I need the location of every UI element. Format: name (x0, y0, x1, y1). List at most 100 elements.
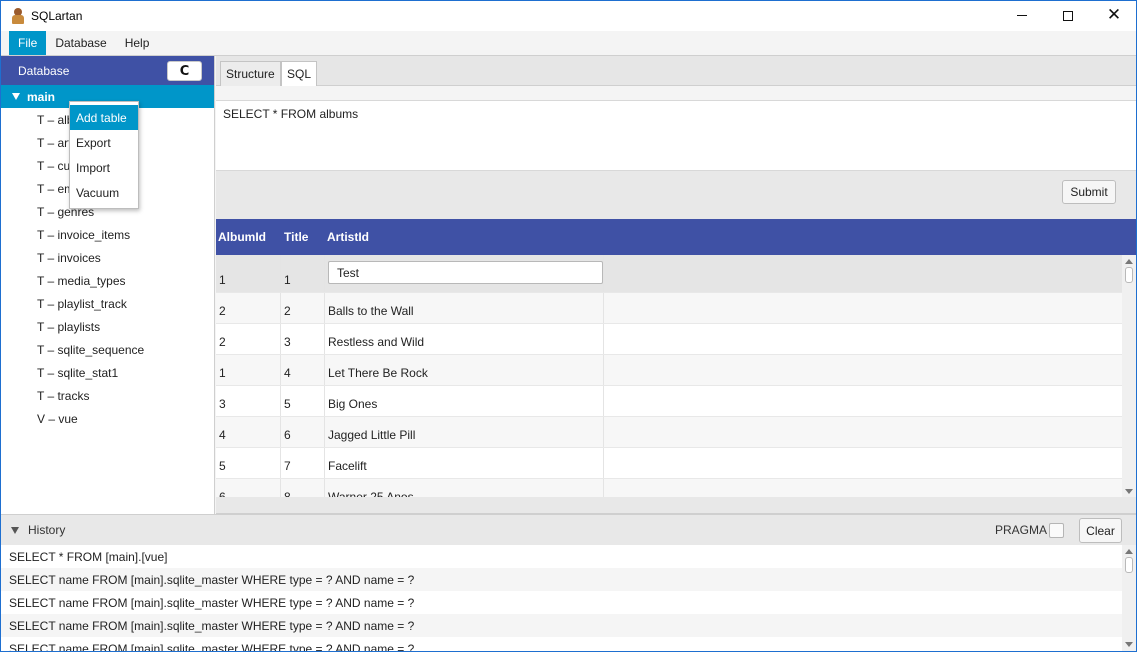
table-cell[interactable]: 5 (216, 448, 281, 478)
table-cell[interactable]: 2 (216, 293, 281, 323)
scroll-thumb[interactable] (1125, 267, 1133, 283)
column-header-artistid[interactable]: ArtistId (325, 219, 369, 255)
sql-query-text: SELECT * FROM albums (223, 107, 359, 121)
submit-button[interactable]: Submit (1062, 180, 1116, 204)
tree-item[interactable]: T – invoice_items (1, 223, 214, 246)
table-cell[interactable]: 5 (281, 386, 325, 416)
collapse-arrow-icon[interactable] (11, 526, 19, 534)
table-row[interactable]: 5 7 Facelift (216, 448, 1122, 479)
tree-item[interactable]: T – playlists (1, 315, 214, 338)
table-row[interactable]: 2 2 Balls to the Wall (216, 293, 1122, 324)
history-label: History (28, 523, 66, 537)
table-cell[interactable]: 6 (216, 479, 281, 498)
ctx-import[interactable]: Import (70, 155, 138, 180)
scroll-down-icon[interactable] (1125, 642, 1133, 647)
table-cell[interactable]: 8 (281, 479, 325, 498)
table-cell[interactable]: 3 (216, 386, 281, 416)
table-cell[interactable]: 7 (281, 448, 325, 478)
tab-structure[interactable]: Structure (220, 61, 281, 86)
history-entry[interactable]: SELECT name FROM [main].sqlite_master WH… (1, 568, 1136, 591)
sql-toolbar: Submit (216, 171, 1136, 219)
tree-item[interactable]: T – sqlite_sequence (1, 338, 214, 361)
tab-bar: Structure SQL (216, 56, 1136, 86)
scroll-up-icon[interactable] (1125, 259, 1133, 264)
table-row[interactable]: 3 5 Big Ones (216, 386, 1122, 417)
result-horizontal-scrollbar[interactable] (216, 497, 1136, 513)
tree-item[interactable]: V – vue (1, 407, 214, 430)
maximize-icon (1063, 10, 1073, 21)
tab-sql[interactable]: SQL (281, 61, 318, 86)
table-cell[interactable]: Test (325, 255, 604, 292)
table-cell[interactable]: 2 (281, 293, 325, 323)
table-cell[interactable]: 1 (281, 255, 325, 292)
table-cell[interactable]: 1 (216, 355, 281, 385)
table-cell[interactable]: Big Ones (325, 386, 604, 416)
table-row[interactable]: 2 3 Restless and Wild (216, 324, 1122, 355)
context-menu: Add table Export Import Vacuum (69, 101, 139, 209)
table-cell[interactable]: 4 (216, 417, 281, 447)
maximize-button[interactable] (1045, 0, 1091, 31)
menu-file[interactable]: File (9, 31, 47, 55)
tree-item[interactable]: T – playlist_track (1, 292, 214, 315)
result-vertical-scrollbar[interactable] (1122, 255, 1136, 498)
column-header-title[interactable]: Title (281, 219, 325, 255)
menu-database[interactable]: Database (46, 31, 115, 55)
title-bar: SQLartan ✕ (0, 0, 1137, 31)
table-cell[interactable]: 2 (216, 324, 281, 354)
table-cell[interactable]: Warner 25 Anos (325, 479, 604, 498)
close-icon: ✕ (1106, 5, 1122, 25)
menu-help[interactable]: Help (116, 31, 159, 55)
sql-editor[interactable]: SELECT * FROM albums (216, 100, 1136, 171)
table-row[interactable]: 1 1 Test (216, 255, 1122, 293)
cell-edit-input[interactable]: Test (328, 261, 603, 284)
close-button[interactable]: ✕ (1091, 0, 1137, 31)
pragma-checkbox[interactable] (1049, 523, 1064, 538)
ctx-export[interactable]: Export (70, 130, 138, 155)
window-controls: ✕ (999, 0, 1137, 31)
table-cell[interactable]: 1 (216, 255, 281, 292)
scroll-down-icon[interactable] (1125, 489, 1133, 494)
table-cell[interactable]: 6 (281, 417, 325, 447)
history-entry[interactable]: SELECT * FROM [main].[vue] (1, 545, 1136, 568)
result-table: AlbumId Title ArtistId 1 1 Test 2 2 Balls to … (216, 219, 1136, 514)
window-title: SQLartan (31, 8, 83, 23)
history-vertical-scrollbar[interactable] (1122, 545, 1136, 651)
expand-arrow-icon[interactable] (12, 93, 20, 100)
table-row[interactable]: 6 8 Warner 25 Anos (216, 479, 1122, 498)
tree-item[interactable]: T – media_types (1, 269, 214, 292)
minimize-button[interactable] (999, 0, 1045, 31)
database-header: Database C (1, 56, 214, 85)
history-entry[interactable]: SELECT name FROM [main].sqlite_master WH… (1, 591, 1136, 614)
table-cell[interactable]: Jagged Little Pill (325, 417, 604, 447)
table-row[interactable]: 4 6 Jagged Little Pill (216, 417, 1122, 448)
history-entry[interactable]: SELECT name FROM [main].sqlite_master WH… (1, 637, 1136, 652)
refresh-button[interactable]: C (167, 61, 202, 81)
table-cell[interactable]: Facelift (325, 448, 604, 478)
ctx-add-table[interactable]: Add table (70, 105, 138, 130)
tree-item[interactable]: T – tracks (1, 384, 214, 407)
scroll-thumb[interactable] (1125, 557, 1133, 573)
refresh-icon: C (179, 63, 190, 79)
tree-item[interactable]: T – invoices (1, 246, 214, 269)
column-header-albumid[interactable]: AlbumId (216, 219, 281, 255)
clear-button[interactable]: Clear (1079, 518, 1122, 543)
table-cell[interactable]: 4 (281, 355, 325, 385)
pragma-label: PRAGMA (995, 523, 1048, 537)
table-row[interactable]: 1 4 Let There Be Rock (216, 355, 1122, 386)
scroll-up-icon[interactable] (1125, 549, 1133, 554)
ctx-vacuum[interactable]: Vacuum (70, 180, 138, 205)
history-list: SELECT * FROM [main].[vue] SELECT name FR… (1, 545, 1136, 651)
tree-root-label: main (27, 89, 56, 104)
tree-item[interactable]: T – sqlite_stat1 (1, 361, 214, 384)
history-rows: SELECT * FROM [main].[vue] SELECT name FR… (1, 545, 1136, 651)
table-cell[interactable]: Let There Be Rock (325, 355, 604, 385)
table-cell[interactable]: Restless and Wild (325, 324, 604, 354)
app-icon (11, 7, 25, 24)
result-body: 1 1 Test 2 2 Balls to the Wall 2 3 Restless and … (216, 255, 1122, 498)
table-cell[interactable]: 3 (281, 324, 325, 354)
database-header-label: Database (18, 63, 70, 78)
menu-bar: File Database Help (0, 31, 1137, 56)
table-cell[interactable]: Balls to the Wall (325, 293, 604, 323)
result-header: AlbumId Title ArtistId (216, 219, 1136, 255)
history-entry[interactable]: SELECT name FROM [main].sqlite_master WH… (1, 614, 1136, 637)
